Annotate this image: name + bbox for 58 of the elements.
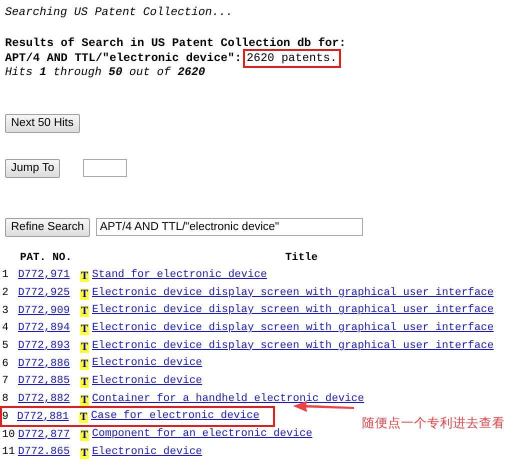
row-number: 6 bbox=[2, 358, 8, 370]
patent-link[interactable]: D772,909 bbox=[18, 304, 70, 317]
text-icon[interactable]: T bbox=[80, 430, 89, 442]
title-link[interactable]: Electronic device bbox=[92, 446, 202, 458]
row-number: 1 bbox=[2, 269, 8, 282]
annotation-text: 随便点一个专利进去查看 bbox=[362, 415, 505, 432]
jump-field[interactable] bbox=[83, 159, 128, 177]
row-number: 3 bbox=[2, 304, 8, 317]
title-link[interactable]: Component for an electronic device bbox=[92, 428, 312, 440]
patent-link[interactable]: D772,881 bbox=[17, 410, 69, 423]
title-link[interactable]: Case for electronic device bbox=[91, 410, 260, 422]
hits-text: Hits 1 through 50 out of 2620 bbox=[5, 66, 206, 80]
patent-count: 2620 patents. bbox=[244, 51, 340, 66]
text-icon[interactable]: T bbox=[80, 270, 89, 282]
arrow-icon bbox=[292, 401, 354, 415]
patent-link[interactable]: D772.865 bbox=[18, 446, 70, 458]
jump-to-button[interactable]: Jump To bbox=[5, 158, 60, 178]
refine-search-button[interactable]: Refine Search bbox=[5, 218, 90, 236]
patent-link[interactable]: D772,893 bbox=[18, 340, 70, 352]
text-icon[interactable]: T bbox=[79, 412, 88, 424]
text-icon[interactable]: T bbox=[80, 324, 89, 335]
text-icon[interactable]: T bbox=[80, 448, 89, 459]
row-number: 10 bbox=[2, 428, 15, 441]
row-number: 8 bbox=[2, 393, 8, 406]
row-number: 11 bbox=[2, 446, 15, 458]
patent-link[interactable]: D772,877 bbox=[18, 428, 70, 441]
row-number: 2 bbox=[2, 287, 8, 300]
title-link[interactable]: Electronic device display screen with graphical user interface bbox=[92, 340, 494, 352]
text-icon[interactable]: T bbox=[80, 359, 89, 370]
title-link[interactable]: Electronic device display screen with graphical user interface bbox=[92, 286, 494, 299]
patent-link[interactable]: D772,894 bbox=[18, 322, 70, 334]
patent-link[interactable]: D772,882 bbox=[18, 393, 70, 406]
text-icon[interactable]: T bbox=[80, 288, 89, 300]
text-icon[interactable]: T bbox=[80, 342, 89, 353]
row-number: 4 bbox=[2, 322, 8, 334]
title-link[interactable]: Electronic device bbox=[92, 374, 202, 387]
next-hits-button[interactable]: Next 50 Hits bbox=[5, 114, 80, 132]
column-header: PAT. NO. bbox=[19, 251, 73, 266]
text-icon[interactable]: T bbox=[80, 376, 89, 388]
results-heading: Results of Search in US Patent Collection db for: bbox=[5, 36, 347, 51]
row-number: 5 bbox=[2, 340, 8, 352]
patent-link[interactable]: D772,925 bbox=[18, 287, 70, 300]
patent-link[interactable]: D772,971 bbox=[18, 269, 70, 282]
title-link[interactable]: Stand for electronic device bbox=[92, 268, 267, 281]
title-link[interactable]: Electronic device bbox=[92, 357, 202, 370]
text-icon[interactable]: T bbox=[80, 394, 89, 406]
row-number: 9 bbox=[2, 410, 10, 423]
title-link[interactable]: Electronic device display screen with graphical user interface bbox=[92, 322, 494, 334]
query-text: APT/4 AND TTL/"electronic device": bbox=[5, 51, 242, 66]
column-header: Title bbox=[284, 251, 319, 266]
text-icon[interactable]: T bbox=[80, 306, 89, 318]
query-field[interactable]: APT/4 AND TTL/"electronic device" bbox=[96, 218, 363, 236]
patent-link[interactable]: D772,886 bbox=[18, 358, 70, 370]
status-text: Searching US Patent Collection... bbox=[5, 6, 234, 20]
row-number: 7 bbox=[2, 375, 8, 388]
title-link[interactable]: Container for a handheld electronic device bbox=[92, 392, 364, 405]
patent-link[interactable]: D772,885 bbox=[18, 375, 70, 388]
title-link[interactable]: Electronic device display screen with graphical user interface bbox=[92, 304, 494, 316]
